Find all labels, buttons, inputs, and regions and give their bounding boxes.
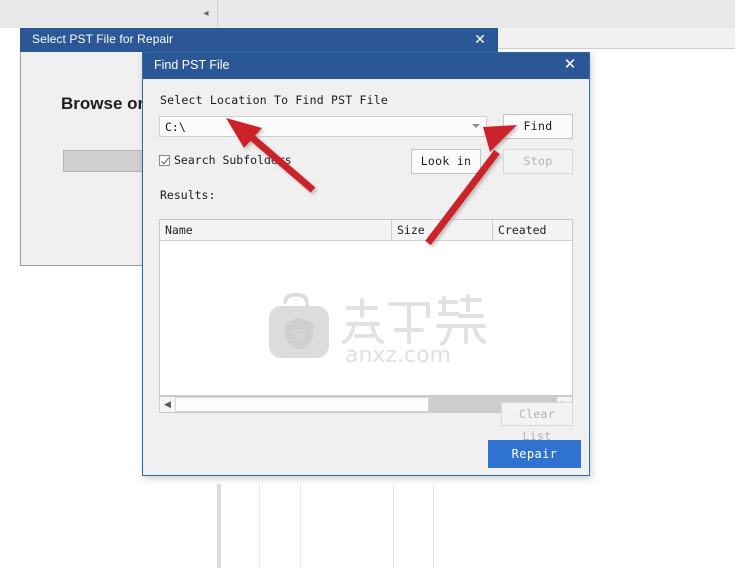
look-in-button[interactable]: Look in [411, 149, 481, 174]
location-value: C:\ [165, 120, 186, 134]
grid-line [217, 484, 221, 568]
find-pst-file-dialog: Find PST File ✕ Select Location To Find … [142, 52, 590, 476]
toolbar-separator [217, 0, 218, 28]
watermark-anxz: 安 anxz.com [260, 290, 490, 370]
location-combobox[interactable]: C:\ [159, 116, 487, 137]
column-header-name[interactable]: Name [160, 220, 392, 240]
location-label: Select Location To Find PST File [160, 93, 388, 107]
search-subfolders-checkbox[interactable]: Search Subfolders [159, 153, 292, 167]
results-label: Results: [160, 188, 216, 202]
checkbox-check-icon [159, 154, 170, 166]
close-icon[interactable]: ✕ [472, 31, 488, 47]
background-toolbar: ◂ [0, 0, 735, 29]
caret-left-icon[interactable]: ◂ [200, 8, 212, 20]
screen: ◂ Browse or Find Select PST File for Rep… [0, 0, 735, 568]
find-pst-file-titlebar: Find PST File ✕ [143, 53, 589, 79]
column-header-created[interactable]: Created [493, 220, 572, 240]
results-header-row: Name Size Created [160, 220, 572, 241]
caret-left-icon[interactable]: ◀ [160, 397, 175, 412]
results-listbox[interactable]: 安 anxz.com Name Size Created [159, 219, 573, 396]
grid-line [259, 484, 260, 568]
scrollbar-thumb[interactable] [175, 397, 429, 412]
select-pst-file-titlebar: Select PST File for Repair ✕ [20, 28, 498, 52]
grid-line [393, 484, 394, 568]
chevron-down-icon[interactable] [472, 124, 480, 128]
grid-line [300, 484, 301, 568]
column-header-size[interactable]: Size [392, 220, 493, 240]
svg-text:安: 安 [292, 329, 305, 344]
search-subfolders-label: Search Subfolders [174, 153, 292, 167]
background-strip-right [494, 28, 735, 49]
repair-button[interactable]: Repair [488, 440, 581, 468]
watermark-text: anxz.com [345, 343, 451, 368]
find-pst-file-title: Find PST File [154, 58, 230, 72]
close-icon[interactable]: ✕ [561, 56, 579, 74]
stop-button[interactable]: Stop [503, 149, 573, 174]
find-button[interactable]: Find [503, 114, 573, 139]
clear-list-button[interactable]: Clear List [501, 402, 573, 443]
grid-line [433, 484, 434, 568]
select-pst-file-title: Select PST File for Repair [32, 32, 174, 46]
